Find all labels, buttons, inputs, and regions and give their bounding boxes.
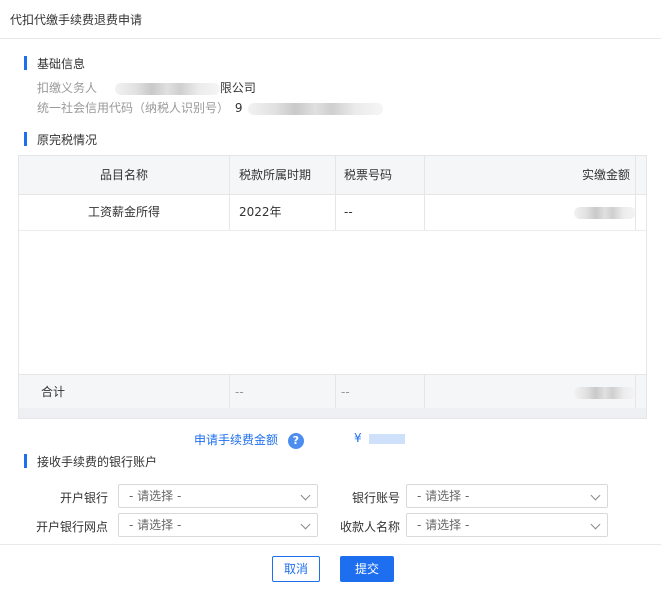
cell-period: 2022年 <box>239 205 282 219</box>
account-label: 银行账号 <box>351 491 400 505</box>
cancel-button[interactable]: 取消 <box>272 556 320 582</box>
help-icon[interactable]: ? <box>287 433 304 449</box>
withholder-redacted <box>114 82 220 95</box>
cell-ticket: -- <box>344 205 353 219</box>
credit-code-prefix: 9 <box>234 101 243 115</box>
chevron-down-icon <box>300 490 311 501</box>
total-period: -- <box>235 385 244 399</box>
table-header: 品目名称 税款所属时期 税票号码 实缴金额 <box>19 156 646 195</box>
fee-label: 申请手续费金额 <box>194 433 279 447</box>
section-accent-bar <box>24 132 27 146</box>
column-divider <box>335 194 336 230</box>
bank-select-placeholder: - 请选择 - <box>129 489 182 503</box>
column-divider <box>229 375 230 409</box>
column-divider <box>229 194 230 230</box>
total-amount-redacted <box>574 386 636 399</box>
withholder-row: 扣缴义务人 限公司 <box>37 79 256 96</box>
column-divider <box>635 194 636 230</box>
chevron-down-icon <box>300 519 311 530</box>
currency-symbol: ¥ <box>354 431 362 445</box>
cell-item: 工资薪金所得 <box>87 205 160 219</box>
fee-amount: ¥ <box>354 431 406 445</box>
column-header-period: 税款所属时期 <box>239 168 312 182</box>
branch-select-placeholder: - 请选择 - <box>129 518 182 532</box>
column-divider <box>335 156 336 194</box>
payee-select-placeholder: - 请选择 - <box>417 518 470 532</box>
total-label: 合计 <box>41 385 66 399</box>
column-divider <box>635 156 636 194</box>
column-divider <box>424 375 425 409</box>
section-accent-bar <box>24 56 27 70</box>
column-divider <box>229 156 230 194</box>
section-heading: 原完税情况 <box>37 133 98 147</box>
column-divider <box>635 375 636 409</box>
bank-label: 开户银行 <box>59 491 108 505</box>
table-row: 工资薪金所得 2022年 -- <box>19 194 646 231</box>
bank-select[interactable]: - 请选择 - <box>118 484 318 508</box>
credit-code-label: 统一社会信用代码（纳税人识别号） <box>37 101 230 115</box>
chevron-down-icon <box>590 490 601 501</box>
tax-table: 品目名称 税款所属时期 税票号码 实缴金额 工资薪金所得 2022年 -- 合计… <box>18 155 647 419</box>
account-select-placeholder: - 请选择 - <box>417 489 470 503</box>
total-amount <box>574 375 636 409</box>
column-divider <box>424 194 425 230</box>
column-header-amount: 实缴金额 <box>581 168 630 182</box>
account-select[interactable]: - 请选择 - <box>406 484 608 508</box>
footer-divider <box>0 544 661 545</box>
submit-button[interactable]: 提交 <box>340 556 394 582</box>
fee-amount-redacted <box>369 433 406 444</box>
branch-select[interactable]: - 请选择 - <box>118 513 318 537</box>
chevron-down-icon <box>590 519 601 530</box>
payee-select[interactable]: - 请选择 - <box>406 513 608 537</box>
credit-code-row: 统一社会信用代码（纳税人识别号） 9 <box>37 99 384 116</box>
section-heading: 基础信息 <box>37 57 86 71</box>
cell-amount <box>574 194 636 230</box>
withholder-label: 扣缴义务人 <box>37 81 98 95</box>
dialog-title: 代扣代缴手续费退费申请 <box>10 13 143 27</box>
total-ticket: -- <box>341 385 350 399</box>
branch-label: 开户银行网点 <box>35 520 108 534</box>
column-header-ticket: 税票号码 <box>344 168 393 182</box>
table-total-row: 合计 -- -- <box>19 374 646 409</box>
amount-redacted <box>574 206 636 219</box>
withholder-value-suffix: 限公司 <box>219 81 256 95</box>
fee-row: 申请手续费金额 ? <box>194 431 304 449</box>
section-heading: 接收手续费的银行账户 <box>37 455 158 469</box>
column-divider <box>335 375 336 409</box>
column-header-item: 品目名称 <box>99 168 148 182</box>
title-divider <box>0 38 661 39</box>
credit-code-redacted <box>248 102 384 115</box>
table-horizontal-scrollbar[interactable] <box>19 408 646 418</box>
payee-label: 收款人名称 <box>339 520 400 534</box>
section-accent-bar <box>24 454 27 468</box>
